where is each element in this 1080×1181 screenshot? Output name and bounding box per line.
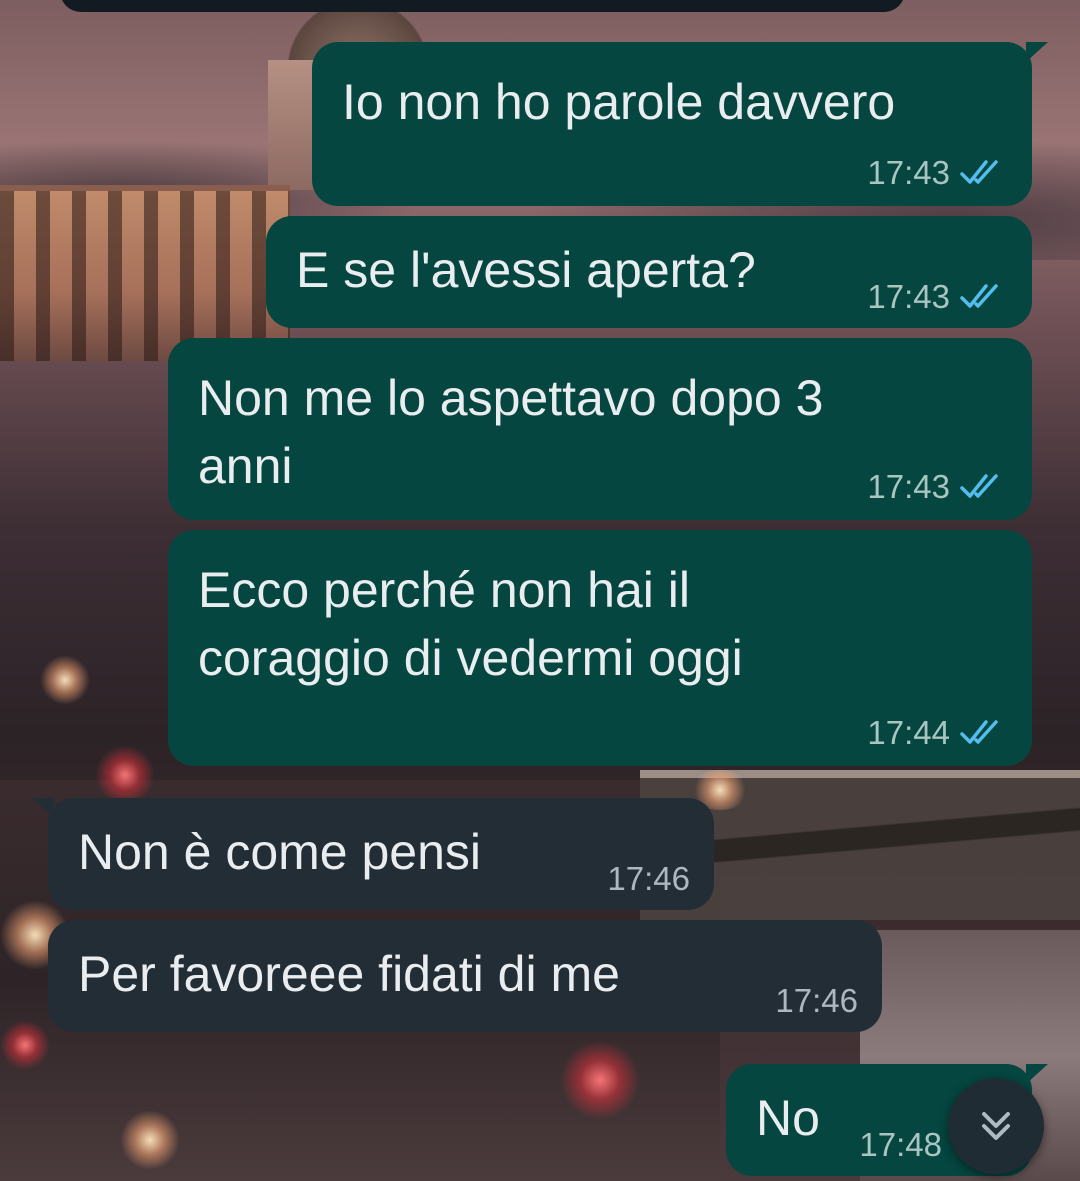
chat-message-list[interactable]: Io non ho parole davvero 17:43 E se l'av…: [0, 0, 1080, 1181]
message-meta: 17:43: [867, 468, 1004, 506]
double-check-icon: [960, 474, 998, 498]
message-text: Per favoreee fidati di me: [78, 946, 620, 1002]
incoming-message-bubble[interactable]: Per favoreee fidati di me 17:46: [48, 920, 882, 1032]
message-text: Non è come pensi: [78, 824, 482, 880]
message-meta: 17:46: [607, 860, 690, 898]
message-time: 17:46: [775, 982, 858, 1019]
double-chevron-down-icon: [982, 1112, 1010, 1140]
message-time: 17:43: [867, 278, 950, 315]
message-meta: 17:46: [775, 982, 858, 1020]
message-meta: 17:44: [867, 714, 1004, 752]
message-text: Io non ho parole davvero: [342, 74, 896, 130]
scroll-to-bottom-button[interactable]: [948, 1078, 1044, 1174]
outgoing-message-bubble[interactable]: Non me lo aspettavo dopo 3 anni 17:43: [168, 338, 1032, 520]
bubble-tail: [1026, 1064, 1048, 1084]
message-meta: 17:43: [867, 154, 1004, 192]
outgoing-message-bubble[interactable]: E se l'avessi aperta? 17:43: [266, 216, 1032, 328]
message-meta: 17:43: [867, 278, 1004, 316]
outgoing-message-bubble[interactable]: Io non ho parole davvero 17:43: [312, 42, 1048, 206]
message-text: Ecco perché non hai il coraggio di veder…: [198, 562, 743, 686]
bubble-tail: [32, 798, 54, 818]
message-time: 17:43: [867, 468, 950, 505]
outgoing-message-bubble[interactable]: Ecco perché non hai il coraggio di veder…: [168, 530, 1032, 766]
incoming-message-bubble[interactable]: Non è come pensi 17:46: [32, 798, 714, 910]
message-meta: 17:48: [859, 1126, 942, 1164]
message-time: 17:46: [607, 860, 690, 897]
double-check-icon: [960, 284, 998, 308]
double-check-icon: [960, 720, 998, 744]
previous-message-edge: [60, 0, 905, 12]
message-time: 17:43: [867, 154, 950, 191]
bubble-tail: [1026, 42, 1048, 62]
message-time: 17:44: [867, 714, 950, 751]
message-time: 17:48: [859, 1126, 942, 1163]
double-check-icon: [960, 160, 998, 184]
